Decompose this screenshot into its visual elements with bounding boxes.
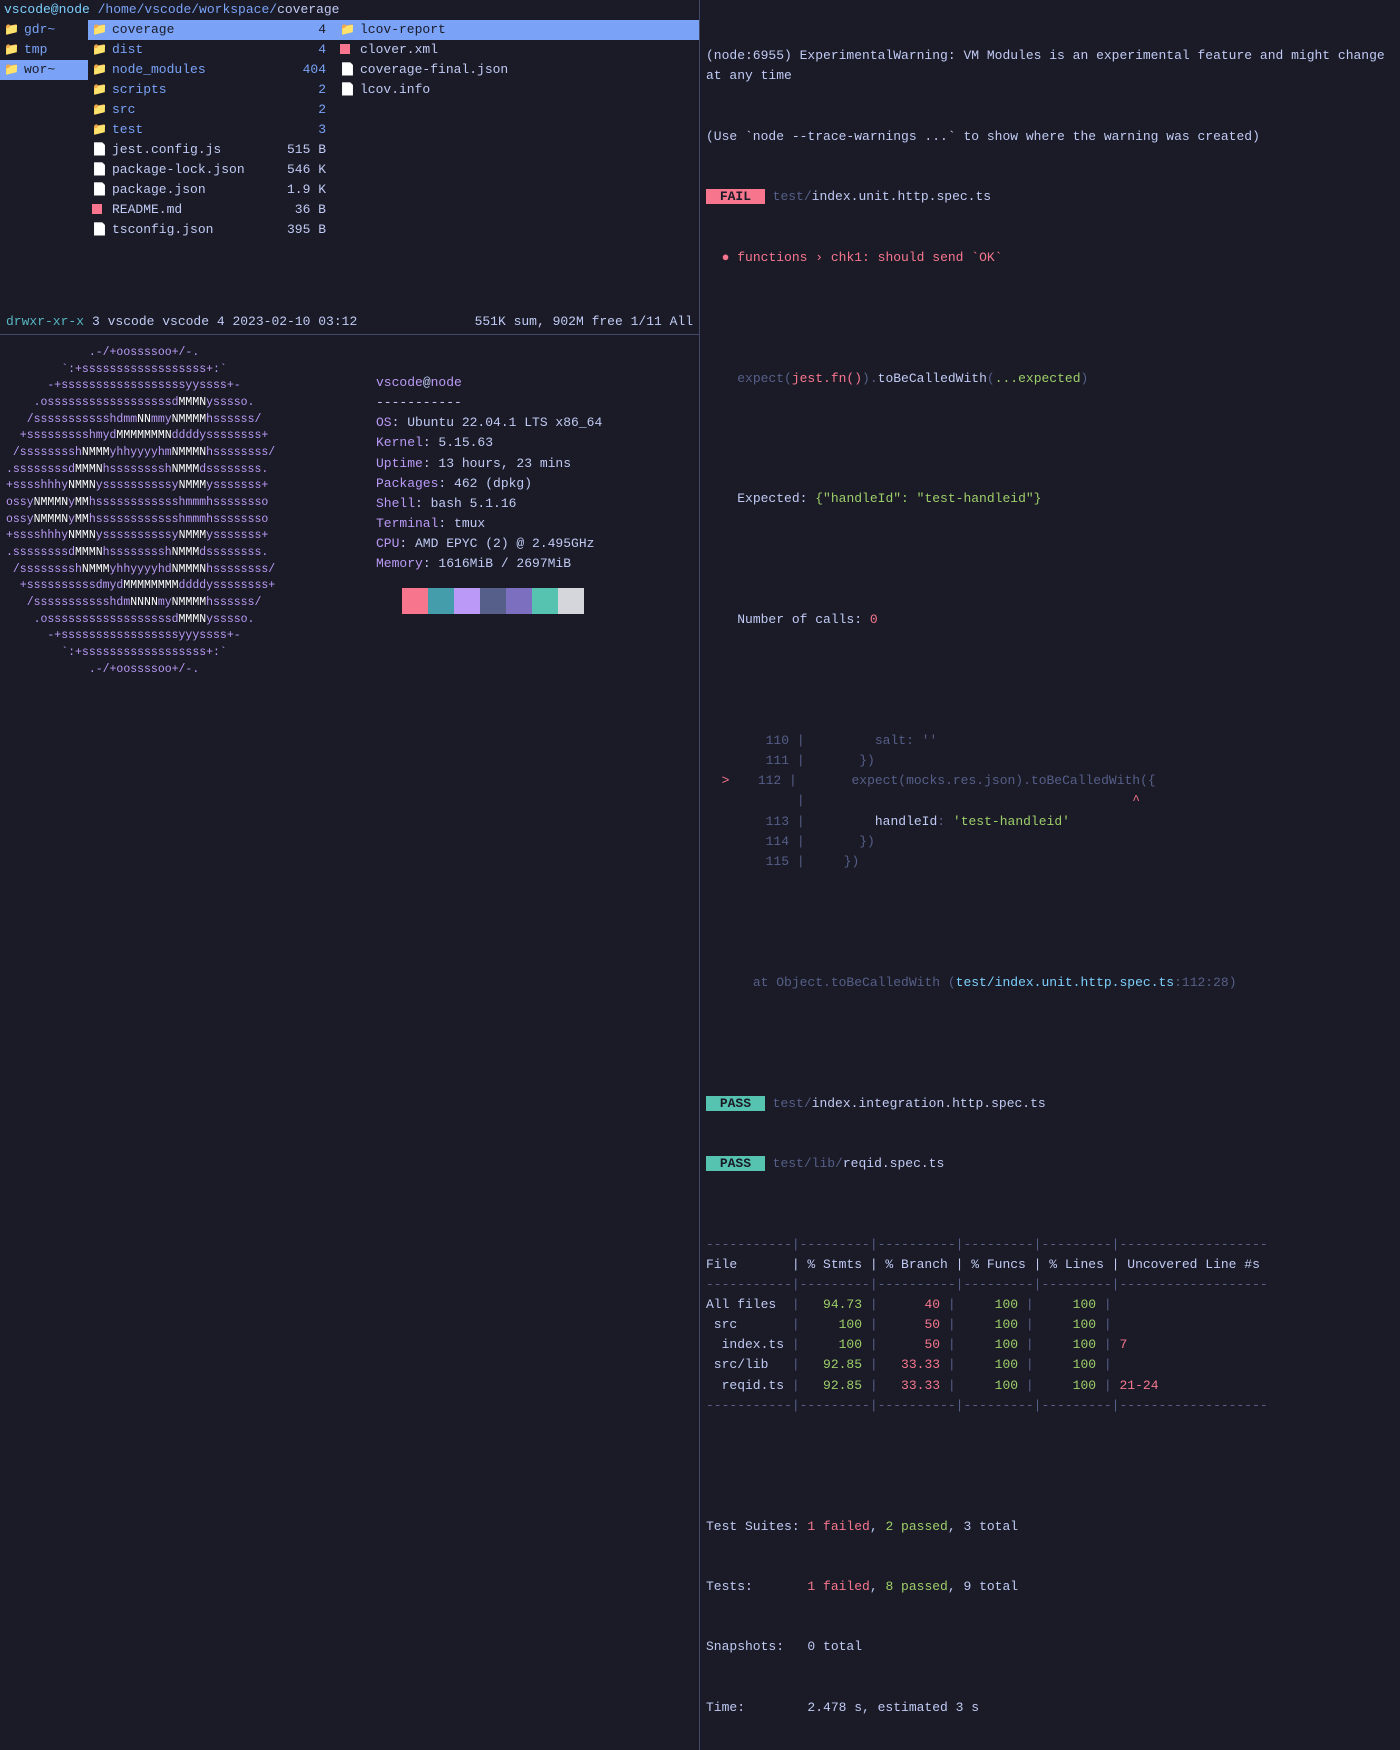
file-entry[interactable]: jest.config.js515 B	[88, 140, 336, 160]
file-entry[interactable]: README.md36 B	[88, 200, 336, 220]
code-line: 115 | })	[706, 852, 1396, 872]
color-swatch	[506, 588, 532, 614]
code-line: 113 | handleId: 'test-handleid'	[706, 812, 1396, 832]
neofetch-pane: .-/+oossssoo+/-. `:+ssssssssssssssssss+:…	[0, 335, 699, 1750]
sysinfo-row: CPU: AMD EPYC (2) @ 2.495GHz	[376, 534, 602, 554]
folder-entry[interactable]: src2	[88, 100, 336, 120]
ranger-preview-column[interactable]: lcov-reportclover.xml coverage-final.jso…	[336, 20, 699, 310]
folder-entry[interactable]: wor~	[0, 60, 88, 80]
folder-entry[interactable]: test3	[88, 120, 336, 140]
folder-entry[interactable]: node_modules404	[88, 60, 336, 80]
file-entry[interactable]: coverage-final.json	[336, 60, 699, 80]
ranger-status-bar: drwxr-xr-x 3 vscode vscode 4 2023-02-10 …	[0, 310, 699, 334]
folder-entry[interactable]: scripts2	[88, 80, 336, 100]
fail-spec-line: FAIL test/index.unit.http.spec.ts	[706, 187, 1396, 207]
ranger-user-host: vscode@node	[4, 2, 90, 17]
sysinfo-row: Shell: bash 5.1.16	[376, 494, 602, 514]
color-swatch	[558, 588, 584, 614]
sysinfo-row: OS: Ubuntu 22.04.1 LTS x86_64	[376, 413, 602, 433]
neofetch-info: vscode@node ----------- OS: Ubuntu 22.04…	[376, 345, 602, 1750]
file-entry[interactable]: package-lock.json546 K	[88, 160, 336, 180]
color-swatch	[428, 588, 454, 614]
code-line: 110 | salt: ''	[706, 731, 1396, 751]
sysinfo-row: Memory: 1616MiB / 2697MiB	[376, 554, 602, 574]
summary-suites: Test Suites: 1 failed, 2 passed, 3 total	[706, 1517, 1396, 1537]
sysinfo-row: Kernel: 5.15.63	[376, 433, 602, 453]
pass-spec-line: PASS test/lib/reqid.spec.ts	[706, 1154, 1396, 1174]
failed-test-title: ● functions › chk1: should send `OK`	[706, 248, 1396, 268]
fail-badge: FAIL	[706, 189, 765, 204]
neofetch-ascii: .-/+oossssoo+/-. `:+ssssssssssssssssss+:…	[6, 345, 376, 1750]
folder-entry[interactable]: lcov-report	[336, 20, 699, 40]
code-line: > 112 | expect(mocks.res.json).toBeCalle…	[706, 771, 1396, 791]
sysinfo-row: Terminal: tmux	[376, 514, 602, 534]
file-entry[interactable]: package.json1.9 K	[88, 180, 336, 200]
ranger-current-column[interactable]: coverage4 dist4 node_modules404 scripts2…	[88, 20, 336, 310]
folder-entry[interactable]: coverage4	[88, 20, 336, 40]
file-entry[interactable]: clover.xml	[336, 40, 699, 60]
ranger-pane: vscode@node /home/vscode/workspace/cover…	[0, 0, 699, 335]
color-swatch	[480, 588, 506, 614]
summary-tests: Tests: 1 failed, 8 passed, 9 total	[706, 1577, 1396, 1597]
pass-badge: PASS	[706, 1156, 765, 1171]
color-swatch	[454, 588, 480, 614]
stack-frame: at Object.toBeCalledWith (test/index.uni…	[706, 973, 1396, 993]
color-swatch	[532, 588, 558, 614]
color-swatch	[376, 588, 402, 614]
neofetch-color-swatches	[376, 588, 602, 614]
folder-entry[interactable]: dist4	[88, 40, 336, 60]
ranger-path: vscode@node /home/vscode/workspace/cover…	[0, 0, 699, 20]
code-line: 111 | })	[706, 751, 1396, 771]
color-swatch	[402, 588, 428, 614]
folder-entry[interactable]: gdr~	[0, 20, 88, 40]
ranger-parent-column[interactable]: gdr~ tmp wor~	[0, 20, 88, 310]
sysinfo-row: Uptime: 13 hours, 23 mins	[376, 454, 602, 474]
file-entry[interactable]: lcov.info	[336, 80, 699, 100]
folder-entry[interactable]: tmp	[0, 40, 88, 60]
sysinfo-row: Packages: 462 (dpkg)	[376, 474, 602, 494]
pass-spec-line: PASS test/index.integration.http.spec.ts	[706, 1094, 1396, 1114]
pass-badge: PASS	[706, 1096, 765, 1111]
code-line: 114 | })	[706, 832, 1396, 852]
node-warning: (node:6955) ExperimentalWarning: VM Modu…	[706, 46, 1396, 86]
expect-call: expect(jest.fn()).toBeCalledWith(...expe…	[706, 369, 1396, 389]
file-entry[interactable]: tsconfig.json395 B	[88, 220, 336, 240]
coverage-table: -----------|---------|----------|-------…	[706, 1235, 1396, 1416]
test-output-pane[interactable]: (node:6955) ExperimentalWarning: VM Modu…	[700, 0, 1400, 1750]
